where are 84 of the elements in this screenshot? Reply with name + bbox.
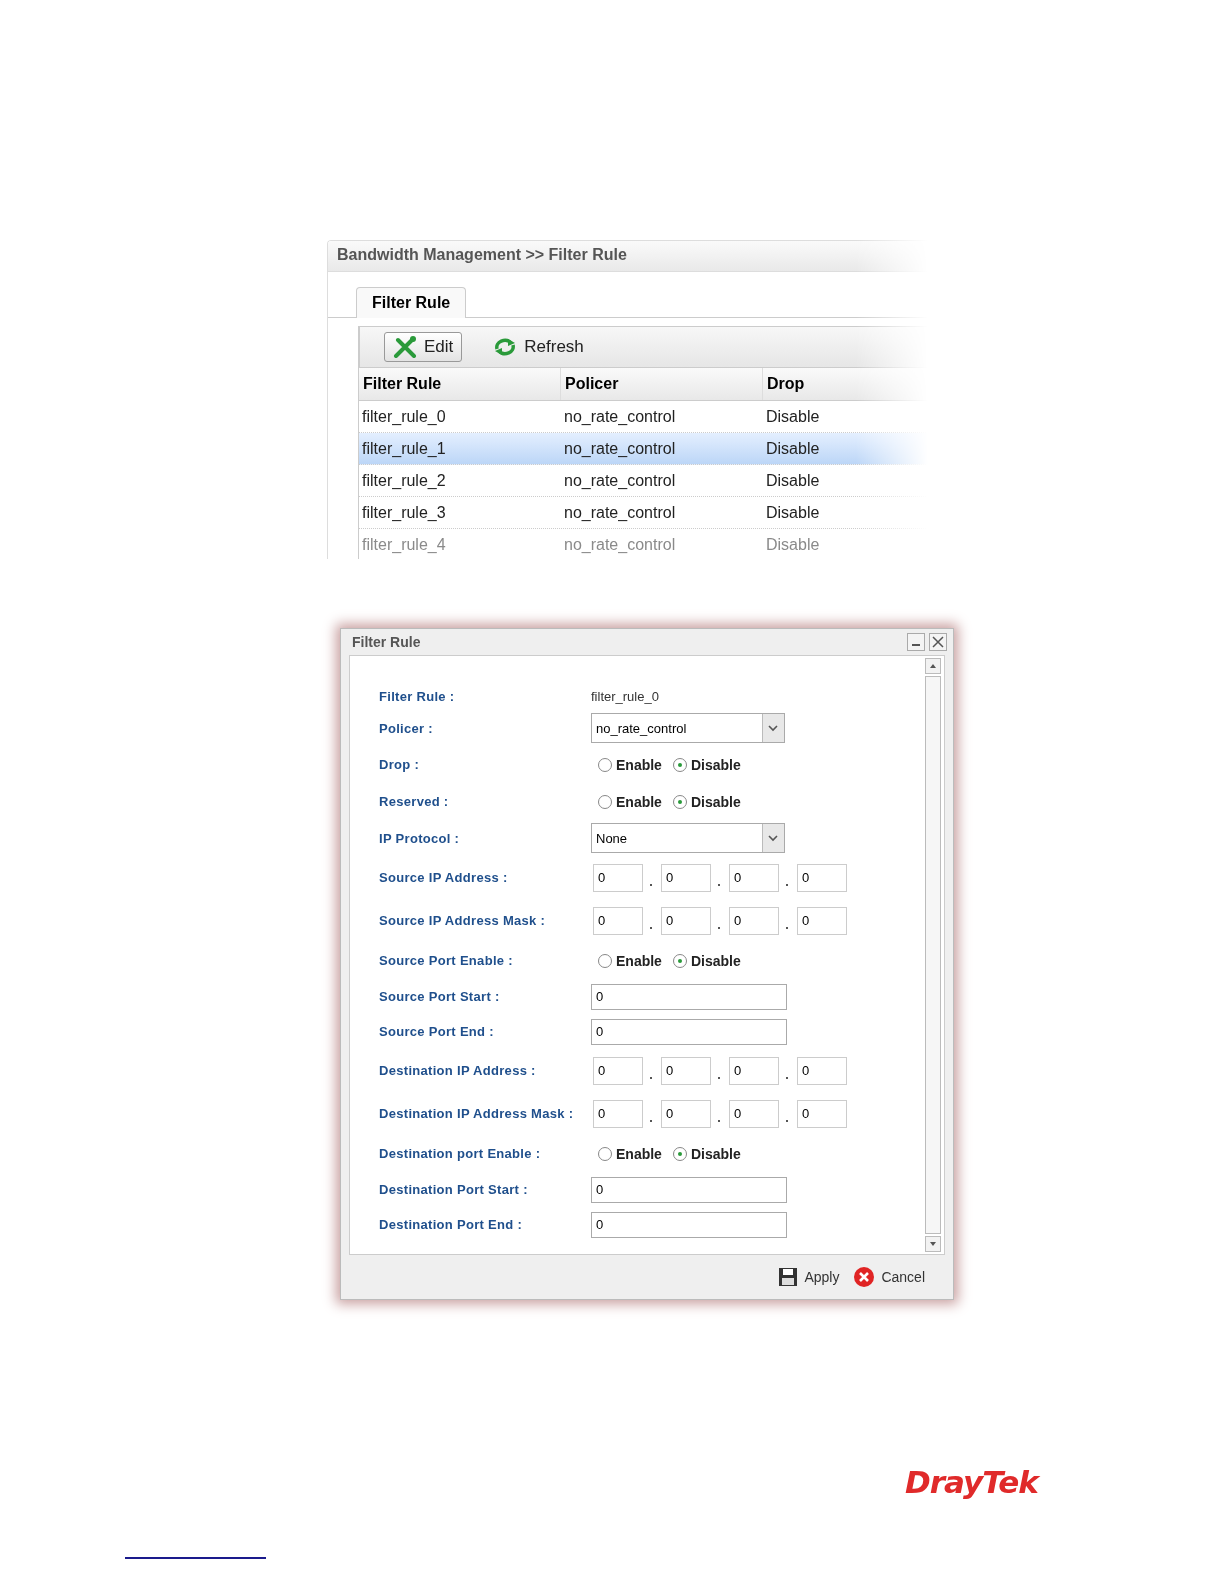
octet-field[interactable]: 0 bbox=[593, 1099, 643, 1128]
radio-option[interactable]: Enable bbox=[598, 793, 662, 810]
field-label: Policer : bbox=[379, 720, 434, 736]
table-cell-text: no_rate_control bbox=[563, 471, 677, 490]
field-label: Destination port Enable : bbox=[379, 1146, 542, 1161]
field-label: Destination IP Address Mask : bbox=[379, 1106, 575, 1121]
field-label: Destination Port End : bbox=[379, 1217, 524, 1232]
octet-field[interactable]: 0 bbox=[797, 863, 847, 892]
input-field[interactable]: 0 bbox=[591, 983, 787, 1010]
field-label: Source Port Start : bbox=[379, 989, 501, 1004]
field-label: Source IP Address : bbox=[379, 870, 509, 885]
table-cell-text: no_rate_control bbox=[563, 439, 677, 458]
input-field[interactable]: 0 bbox=[591, 1211, 787, 1238]
table-cell-text: Disable bbox=[765, 439, 821, 458]
table-cell-text: Disable bbox=[765, 503, 821, 522]
octet-field[interactable]: 0 bbox=[729, 863, 779, 892]
table-cell-text: filter_rule_2 bbox=[361, 471, 447, 490]
octet-field[interactable]: 0 bbox=[729, 1099, 779, 1128]
table-cell-text: no_rate_control bbox=[563, 503, 677, 522]
octet-field[interactable]: 0 bbox=[593, 863, 643, 892]
octet-field[interactable]: 0 bbox=[797, 906, 847, 935]
field-label: IP Protocol : bbox=[379, 830, 461, 846]
dropdown[interactable]: no_rate_control bbox=[591, 713, 785, 743]
field-label: Destination IP Address : bbox=[379, 1063, 537, 1078]
field-label: Source Port Enable : bbox=[379, 953, 514, 968]
breadcrumb-title: Bandwidth Management >> Filter Rule bbox=[328, 241, 928, 272]
table-cell-text: filter_rule_4 bbox=[361, 535, 447, 554]
table-row[interactable]: filter_rule_2 no_rate_control Disable bbox=[359, 465, 928, 497]
table-cell-text: filter_rule_1 bbox=[361, 439, 447, 458]
field-label: Destination Port Start : bbox=[379, 1182, 529, 1197]
dialog-title: Filter Rule bbox=[352, 634, 421, 650]
radio-option[interactable]: Disable bbox=[672, 952, 741, 969]
field-value: filter_rule_0 bbox=[591, 688, 659, 704]
table-cell-text: Disable bbox=[765, 407, 821, 426]
close-icon[interactable] bbox=[929, 633, 947, 651]
apply-button[interactable]: Apply bbox=[778, 1267, 840, 1287]
refresh-button[interactable]: Refresh bbox=[484, 332, 593, 362]
column-header[interactable]: Policer bbox=[561, 368, 763, 400]
cancel-button[interactable]: Cancel bbox=[853, 1266, 925, 1288]
brand-logo: DrayTek bbox=[905, 1464, 1038, 1500]
field-label: Source IP Address Mask : bbox=[379, 913, 547, 928]
radio-option[interactable]: Disable bbox=[672, 756, 741, 773]
octet-field[interactable]: 0 bbox=[729, 1056, 779, 1085]
refresh-icon bbox=[493, 337, 518, 357]
field-label: Source Port End : bbox=[379, 1024, 495, 1039]
edit-button[interactable]: Edit bbox=[384, 332, 463, 362]
table-row[interactable]: filter_rule_4 no_rate_control Disable bbox=[359, 529, 928, 559]
octet-field[interactable]: 0 bbox=[797, 1099, 847, 1128]
octet-field[interactable]: 0 bbox=[661, 1056, 711, 1085]
octet-field[interactable]: 0 bbox=[593, 1056, 643, 1085]
octet-field[interactable]: 0 bbox=[661, 863, 711, 892]
scroll-up-icon[interactable] bbox=[925, 658, 941, 674]
radio-option[interactable]: Enable bbox=[598, 756, 662, 773]
table-cell-text: Disable bbox=[765, 471, 821, 490]
cancel-icon bbox=[853, 1266, 876, 1288]
scroll-down-icon[interactable] bbox=[925, 1236, 941, 1252]
radio-option[interactable]: Disable bbox=[672, 793, 741, 810]
tab[interactable]: Filter Rule bbox=[356, 287, 467, 318]
column-header[interactable]: Filter Rule bbox=[359, 368, 561, 400]
table-cell-text: Disable bbox=[765, 535, 821, 554]
input-field[interactable]: 0 bbox=[591, 1018, 787, 1045]
minimize-icon[interactable] bbox=[907, 633, 925, 651]
column-header[interactable]: Drop bbox=[763, 368, 928, 400]
field-label: Reserved : bbox=[379, 794, 450, 809]
octet-field[interactable]: 0 bbox=[729, 906, 779, 935]
table-row[interactable]: filter_rule_3 no_rate_control Disable bbox=[359, 497, 928, 529]
tools-icon bbox=[393, 336, 417, 358]
octet-field[interactable]: 0 bbox=[661, 1099, 711, 1128]
field-label: Drop : bbox=[379, 757, 421, 772]
octet-field[interactable]: 0 bbox=[797, 1056, 847, 1085]
field-label: Filter Rule : bbox=[379, 688, 456, 704]
octet-field[interactable]: 0 bbox=[661, 906, 711, 935]
radio-option[interactable]: Disable bbox=[672, 1145, 741, 1162]
radio-option[interactable]: Enable bbox=[598, 952, 662, 969]
dropdown[interactable]: None bbox=[591, 823, 785, 853]
table-cell-text: filter_rule_0 bbox=[361, 407, 447, 426]
octet-field[interactable]: 0 bbox=[593, 906, 643, 935]
input-field[interactable]: 0 bbox=[591, 1176, 787, 1203]
scroll-thumb[interactable] bbox=[925, 676, 941, 1234]
scrollbar[interactable] bbox=[924, 658, 942, 1252]
table-cell-text: no_rate_control bbox=[563, 535, 677, 554]
radio-option[interactable]: Enable bbox=[598, 1145, 662, 1162]
table-cell-text: no_rate_control bbox=[563, 407, 677, 426]
table-cell-text: filter_rule_3 bbox=[361, 503, 447, 522]
